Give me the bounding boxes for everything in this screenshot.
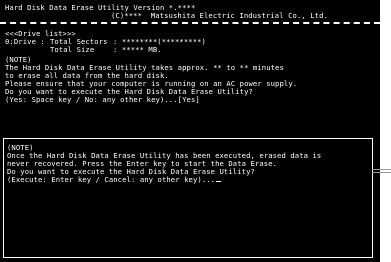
callout-line xyxy=(372,172,391,173)
yes-no-prompt: (Yes: Space key / No: any other key)...[… xyxy=(5,95,200,104)
execute-cancel-prompt-text: (Execute: Enter key / Cancel: any other … xyxy=(7,175,216,184)
copyright-line: (C)**** Matsushita Electric Industrial C… xyxy=(111,11,328,20)
header-separator xyxy=(0,22,380,24)
execute-cancel-prompt[interactable]: (Execute: Enter key / Cancel: any other … xyxy=(7,175,222,184)
total-size-value: : ***** MB. xyxy=(113,45,162,54)
total-size-label: Total Size xyxy=(50,45,95,54)
callout-line xyxy=(372,169,391,170)
drive-id: 0:Drive : xyxy=(5,37,45,46)
dos-console-screen: Hard Disk Data Erase Utility Version *.*… xyxy=(0,0,380,262)
text-cursor xyxy=(216,181,222,182)
